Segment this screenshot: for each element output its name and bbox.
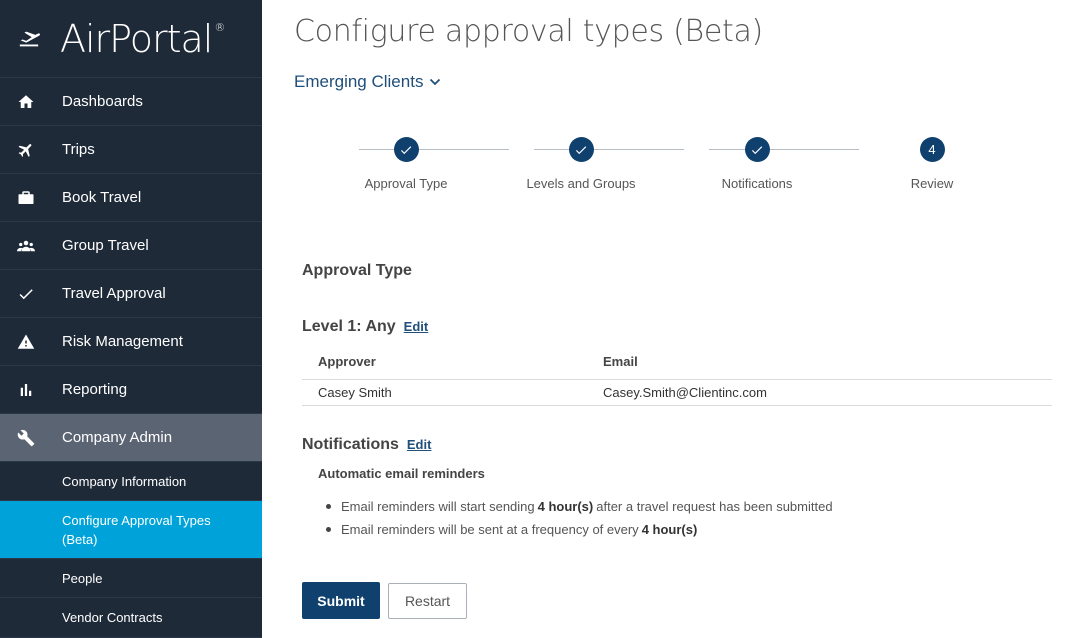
nav-item-book-travel[interactable]: Book Travel [0, 174, 262, 222]
approver-email: Casey.Smith@Clientinc.com [603, 385, 767, 400]
reminder-text: Email reminders will be sent at a freque… [341, 522, 639, 537]
chevron-down-icon [430, 78, 441, 86]
level-heading: Level 1: Any [302, 318, 396, 335]
step-review[interactable]: 4 Review [857, 137, 1007, 191]
reminder-list: Email reminders will start sending 4 hour… [341, 495, 833, 541]
check-icon [400, 145, 412, 154]
edit-level-link[interactable]: Edit [404, 319, 429, 334]
nav-item-label: Travel Approval [62, 285, 166, 302]
nav-item-dashboards[interactable]: Dashboards [0, 78, 262, 126]
nav-item-label: Company Admin [62, 429, 173, 446]
sub-item-label: Vendor Contracts [62, 610, 163, 625]
nav-item-risk-management[interactable]: Risk Management [0, 318, 262, 366]
reminder-value: 4 hour(s) [537, 499, 594, 514]
step-approval-type[interactable]: Approval Type [331, 137, 481, 191]
brand[interactable]: AirPortal ® [0, 0, 262, 78]
notifications-heading: Notifications [302, 436, 399, 453]
auto-reminders-heading: Automatic email reminders [318, 466, 485, 481]
sub-item-people[interactable]: People [0, 559, 262, 598]
client-name: Emerging Clients [294, 72, 424, 91]
sub-item-vendor-contracts[interactable]: Vendor Contracts [0, 598, 262, 638]
nav-item-label: Dashboards [62, 93, 143, 110]
approval-type-heading: Approval Type [302, 262, 412, 279]
nav-item-label: Trips [62, 141, 95, 158]
nav-item-label: Reporting [62, 381, 128, 398]
group-icon [0, 237, 62, 255]
restart-button[interactable]: Restart [388, 583, 467, 619]
edit-notifications-link[interactable]: Edit [407, 437, 432, 452]
nav-item-label: Risk Management [62, 333, 183, 350]
warning-icon [0, 333, 62, 351]
check-icon [0, 285, 62, 303]
registered-mark: ® [214, 20, 225, 34]
step-notifications[interactable]: Notifications [682, 137, 832, 191]
sub-item-configure-approval-types[interactable]: Configure Approval Types (Beta) [0, 501, 262, 559]
main-content: Configure approval types (Beta) Emerging… [262, 0, 1067, 638]
nav-item-group-travel[interactable]: Group Travel [0, 222, 262, 270]
sub-item-label: People [62, 570, 103, 586]
step-complete-badge [568, 137, 594, 162]
reminder-text: after a travel request has been submitte… [596, 499, 833, 514]
table-row: Casey Smith Casey.Smith@Clientinc.com [302, 380, 1052, 406]
step-complete-badge [744, 137, 770, 162]
approver-name: Casey Smith [318, 385, 392, 400]
step-number-badge: 4 [919, 137, 945, 162]
wrench-icon [0, 429, 62, 447]
step-complete-badge [393, 137, 419, 162]
notifications-heading-row: Notifications Edit [302, 436, 431, 454]
nav-item-label: Book Travel [62, 189, 142, 206]
reminder-text: Email reminders will start sending [341, 499, 535, 514]
submit-button[interactable]: Submit [302, 582, 380, 619]
home-icon [0, 93, 62, 111]
list-item: Email reminders will start sending 4 hour… [341, 495, 833, 518]
step-levels-and-groups[interactable]: Levels and Groups [506, 137, 656, 191]
briefcase-icon [0, 189, 62, 207]
reminder-value: 4 hour(s) [641, 522, 698, 537]
check-icon [751, 145, 763, 154]
stepper: Approval Type Levels and Groups Notifica… [322, 137, 1027, 197]
list-item: Email reminders will be sent at a freque… [341, 518, 833, 541]
check-icon [575, 145, 587, 154]
client-selector[interactable]: Emerging Clients [294, 72, 441, 92]
sub-item-label: Configure Approval Types (Beta) [62, 512, 211, 547]
column-header-email: Email [603, 354, 638, 369]
nav-item-reporting[interactable]: Reporting [0, 366, 262, 414]
nav-item-trips[interactable]: Trips [0, 126, 262, 174]
page-title: Configure approval types (Beta) [294, 14, 763, 49]
sidebar: AirPortal ® Dashboards Trips Book Travel … [0, 0, 262, 638]
column-header-approver: Approver [318, 354, 376, 369]
approvers-table: Approver Email Casey Smith Casey.Smith@C… [302, 344, 1052, 406]
brand-name: AirPortal [60, 16, 213, 61]
nav-item-travel-approval[interactable]: Travel Approval [0, 270, 262, 318]
nav-item-company-admin[interactable]: Company Admin [0, 414, 262, 462]
level-heading-row: Level 1: Any Edit [302, 318, 428, 336]
sub-item-label: Company Information [62, 473, 187, 489]
airplane-icon [19, 31, 40, 46]
step-label: Notifications [721, 176, 793, 191]
table-header: Approver Email [302, 344, 1052, 380]
airplane-icon [0, 141, 62, 159]
step-label: Levels and Groups [526, 176, 636, 191]
sub-item-company-information[interactable]: Company Information [0, 462, 262, 501]
step-label: Approval Type [364, 176, 448, 191]
nav-item-label: Group Travel [62, 237, 149, 254]
bar-chart-icon [0, 381, 62, 399]
brand-logo: AirPortal ® [60, 16, 225, 61]
step-label: Review [910, 176, 954, 191]
